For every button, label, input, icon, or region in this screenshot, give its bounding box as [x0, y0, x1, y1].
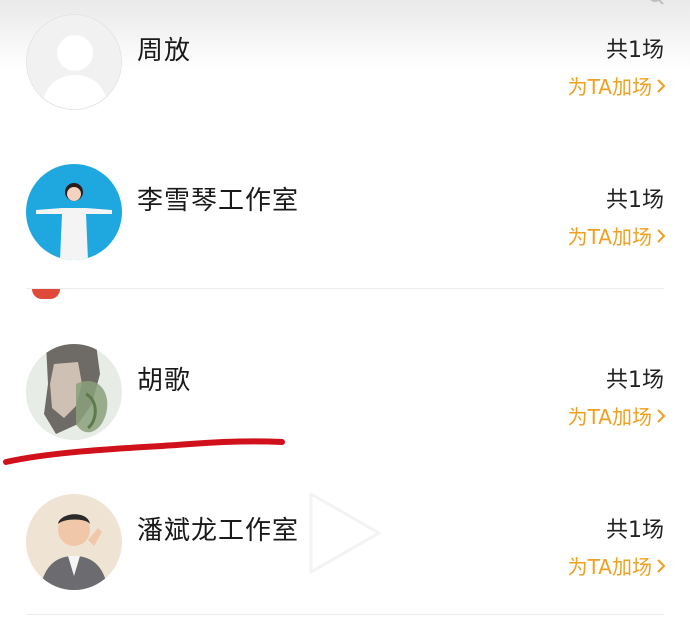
divider: [26, 288, 664, 289]
red-underline-annotation: [3, 438, 285, 465]
list-item[interactable]: 李雪琴工作室 共1场 为TA加场: [0, 164, 690, 294]
add-show-label: 为TA加场: [567, 555, 652, 579]
creator-name[interactable]: 周放: [137, 30, 191, 67]
chevron-right-icon: [657, 558, 666, 573]
chevron-right-icon: [657, 78, 666, 93]
avatar[interactable]: [26, 494, 122, 590]
add-show-button[interactable]: 为TA加场: [568, 551, 666, 580]
show-count: 共1场: [606, 38, 664, 63]
divider: [26, 614, 664, 615]
add-show-button[interactable]: 为TA加场: [568, 221, 666, 250]
avatar[interactable]: [26, 164, 122, 260]
badge-partial: [32, 289, 60, 299]
play-icon: [309, 492, 381, 574]
search-icon[interactable]: [650, 0, 664, 6]
add-show-button[interactable]: 为TA加场: [568, 401, 666, 430]
creator-name[interactable]: 潘斌龙工作室: [137, 510, 299, 547]
creator-name[interactable]: 李雪琴工作室: [137, 180, 299, 217]
list-item[interactable]: 周放 共1场 为TA加场: [0, 14, 690, 144]
show-count: 共1场: [606, 518, 664, 543]
add-show-label: 为TA加场: [567, 75, 652, 99]
chevron-right-icon: [657, 228, 666, 243]
show-count: 共1场: [606, 368, 664, 393]
avatar[interactable]: [26, 344, 122, 440]
add-show-label: 为TA加场: [567, 225, 652, 249]
add-show-label: 为TA加场: [567, 405, 652, 429]
show-count: 共1场: [606, 188, 664, 213]
add-show-button[interactable]: 为TA加场: [568, 71, 666, 100]
screen: 周放 共1场 为TA加场 李雪琴工作室 共1场 为TA加场 胡歌 共1场 为TA…: [0, 0, 690, 617]
creator-name[interactable]: 胡歌: [137, 360, 191, 397]
chevron-right-icon: [657, 408, 666, 423]
avatar[interactable]: [26, 14, 122, 110]
